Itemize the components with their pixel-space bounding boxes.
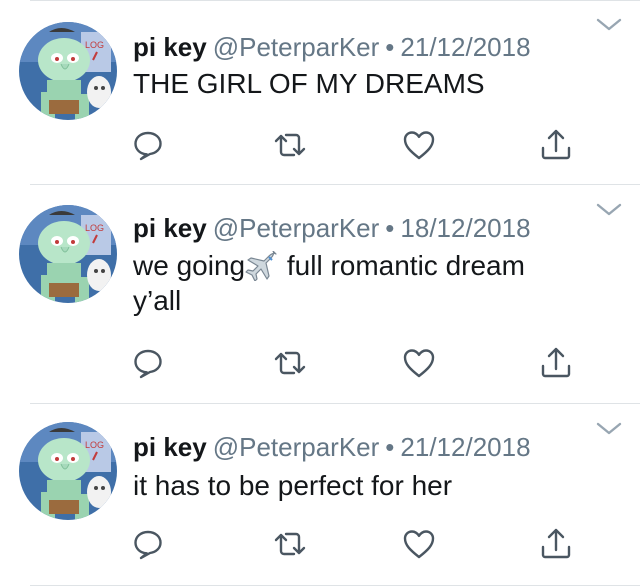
tweet-text-part: full romantic dream [279,250,525,281]
tweet-date[interactable]: 18/12/2018 [400,213,530,243]
chevron-down-icon[interactable] [596,18,622,32]
tweet-actions [0,526,640,566]
user-handle[interactable]: @PeterparKer [213,213,380,243]
avatar[interactable] [19,22,117,120]
like-icon[interactable] [401,526,437,562]
share-icon[interactable] [538,127,574,163]
tweet-header: pi key @PeterparKer • 18/12/2018 [133,213,531,243]
like-icon[interactable] [401,345,437,381]
reply-icon[interactable] [130,127,166,163]
tweet-actions [0,127,640,167]
tweet-text-part: we going [133,250,246,281]
user-handle[interactable]: @PeterparKer [213,432,380,462]
tweet-text: we going full romantic dream y’all [133,248,613,318]
airplane-emoji [245,251,279,281]
tweet-header: pi key @PeterparKer • 21/12/2018 [133,432,531,462]
reply-icon[interactable] [130,526,166,562]
tweet-actions [0,345,640,385]
display-name[interactable]: pi key [133,213,207,243]
like-icon[interactable] [401,127,437,163]
tweet-header: pi key @PeterparKer • 21/12/2018 [133,32,531,62]
tweet-date[interactable]: 21/12/2018 [400,32,530,62]
tweet-text: it has to be perfect for her [133,470,453,501]
tweet-text-line: y’all [133,285,182,316]
reply-icon[interactable] [130,345,166,381]
separator-dot: • [385,213,395,243]
tweet-text: THE GIRL OF MY DREAMS [133,68,485,99]
retweet-icon[interactable] [272,127,308,163]
avatar[interactable] [19,422,117,520]
tweet[interactable]: pi key @PeterparKer • 21/12/2018 THE GIRL O… [0,0,640,183]
separator-dot: • [385,32,395,62]
share-icon[interactable] [538,345,574,381]
avatar[interactable] [19,205,117,303]
tweet-date[interactable]: 21/12/2018 [400,432,530,462]
chevron-down-icon[interactable] [596,422,622,436]
share-icon[interactable] [538,526,574,562]
tweet[interactable]: pi key @PeterparKer • 21/12/2018 it has to … [0,404,640,587]
retweet-icon[interactable] [272,526,308,562]
display-name[interactable]: pi key [133,32,207,62]
separator-dot: • [385,432,395,462]
display-name[interactable]: pi key [133,432,207,462]
retweet-icon[interactable] [272,345,308,381]
bottom-divider [30,585,640,586]
tweet[interactable]: pi key @PeterparKer • 18/12/2018 we going f… [0,185,640,402]
chevron-down-icon[interactable] [596,203,622,217]
user-handle[interactable]: @PeterparKer [213,32,380,62]
